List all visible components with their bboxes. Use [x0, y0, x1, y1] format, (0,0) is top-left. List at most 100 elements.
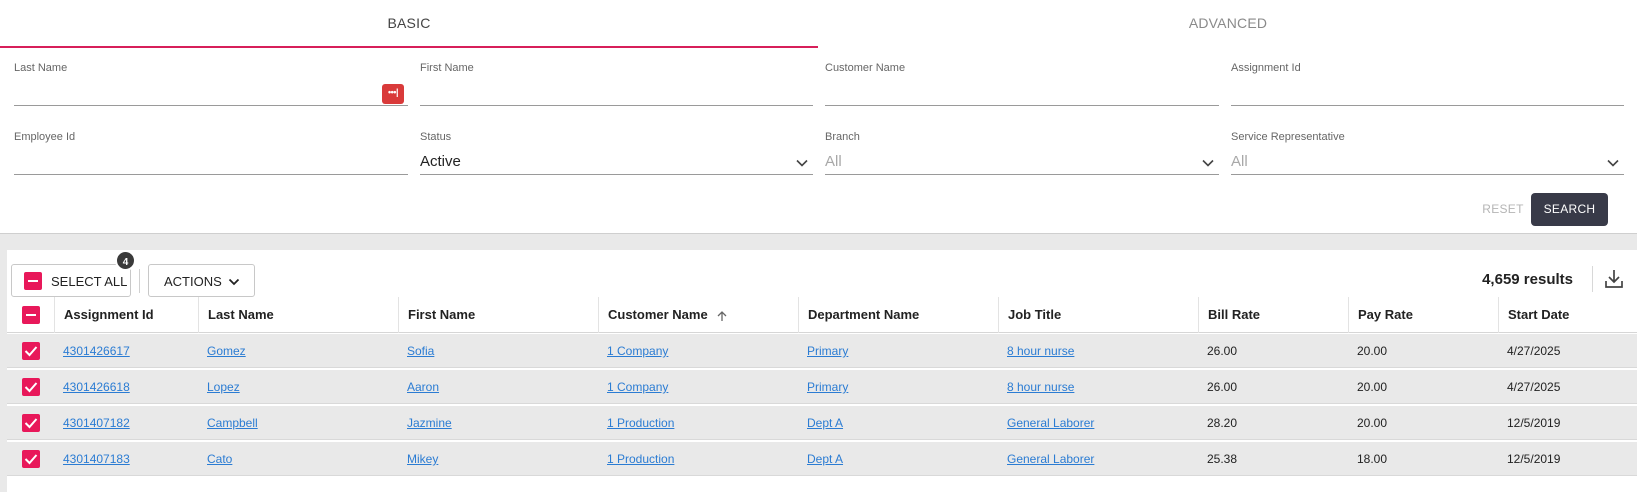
select-all-label: SELECT ALL [51, 274, 128, 289]
assignment-id-label: Assignment Id [1231, 62, 1301, 74]
header-checkbox[interactable] [22, 306, 40, 324]
customer-name-field[interactable]: Customer Name [825, 62, 1219, 106]
cell-first-name[interactable]: Mikey [398, 442, 438, 476]
cell-department-name[interactable]: Dept A [798, 442, 843, 476]
status-label: Status [420, 131, 452, 143]
cell-last-name[interactable]: Cato [198, 442, 232, 476]
indeterminate-checkbox-icon [24, 272, 42, 290]
download-divider [1592, 266, 1593, 292]
checkmark-icon [24, 382, 38, 393]
service-rep-placeholder: All [1231, 153, 1248, 170]
col-start-date[interactable]: Start Date [1498, 297, 1569, 333]
first-name-field[interactable]: First Name [420, 62, 813, 106]
col-assignment-id[interactable]: Assignment Id [54, 297, 154, 333]
table-row[interactable]: 4301426617 Gomez Sofia 1 Company Primary… [7, 334, 1637, 368]
checkmark-icon [24, 418, 38, 429]
assignment-id-field[interactable]: Assignment Id [1231, 62, 1624, 106]
cell-assignment-id[interactable]: 4301426618 [54, 370, 130, 404]
tab-advanced[interactable]: ADVANCED [819, 0, 1637, 48]
cell-pay-rate: 20.00 [1357, 416, 1388, 430]
col-bill-rate[interactable]: Bill Rate [1198, 297, 1260, 333]
cell-last-name[interactable]: Gomez [198, 334, 246, 368]
checkmark-icon [24, 346, 38, 357]
cell-pay-rate: 20.00 [1357, 344, 1388, 358]
cell-job-title[interactable]: General Laborer [998, 406, 1094, 440]
cell-first-name[interactable]: Sofia [398, 334, 434, 368]
selected-count-badge: 4 [115, 250, 136, 271]
branch-placeholder: All [825, 153, 842, 170]
employee-id-field[interactable]: Employee Id [14, 131, 408, 175]
table-row[interactable]: 4301426618 Lopez Aaron 1 Company Primary… [7, 370, 1637, 404]
table-row[interactable]: 4301407182 Campbell Jazmine 1 Production… [7, 406, 1637, 440]
col-job-title[interactable]: Job Title [998, 297, 1061, 333]
cell-first-name[interactable]: Jazmine [398, 406, 452, 440]
chevron-down-icon[interactable] [1606, 156, 1620, 170]
col-customer-name-label: Customer Name [608, 307, 708, 322]
chevron-down-icon [228, 278, 240, 286]
branch-label: Branch [825, 131, 860, 143]
cell-assignment-id[interactable]: 4301407182 [54, 406, 130, 440]
cell-department-name[interactable]: Primary [798, 334, 848, 368]
download-icon[interactable] [1602, 267, 1626, 291]
keypass-icon[interactable]: •••| [382, 84, 404, 104]
reset-button[interactable]: RESET [1468, 194, 1538, 224]
cell-start-date: 4/27/2025 [1507, 344, 1561, 358]
cell-customer-name[interactable]: 1 Production [598, 442, 674, 476]
cell-start-date: 4/27/2025 [1507, 380, 1561, 394]
cell-customer-name[interactable]: 1 Production [598, 406, 674, 440]
cell-bill-rate: 28.20 [1207, 416, 1238, 430]
row-checkbox[interactable] [22, 414, 40, 432]
cell-department-name[interactable]: Primary [798, 370, 848, 404]
col-last-name[interactable]: Last Name [198, 297, 274, 333]
results-panel: SELECT ALL 4 ACTIONS 4,659 results Assig… [7, 250, 1637, 492]
cell-bill-rate: 26.00 [1207, 344, 1238, 358]
service-rep-label: Service Representative [1231, 131, 1345, 143]
arrow-up-icon [717, 310, 727, 321]
status-select[interactable]: Status Active [420, 131, 813, 175]
cell-customer-name[interactable]: 1 Company [598, 334, 668, 368]
cell-department-name[interactable]: Dept A [798, 406, 843, 440]
cell-job-title[interactable]: 8 hour nurse [998, 334, 1074, 368]
customer-name-label: Customer Name [825, 62, 906, 74]
cell-pay-rate: 18.00 [1357, 452, 1388, 466]
status-value: Active [420, 153, 461, 170]
cell-bill-rate: 26.00 [1207, 380, 1238, 394]
cell-last-name[interactable]: Campbell [198, 406, 258, 440]
select-all-button[interactable]: SELECT ALL [11, 264, 131, 297]
cell-start-date: 12/5/2019 [1507, 416, 1561, 430]
employee-id-label: Employee Id [14, 131, 76, 143]
results-count: 4,659 results [1482, 271, 1573, 288]
first-name-label: First Name [420, 62, 474, 74]
last-name-field[interactable]: Last Name •••| [14, 62, 408, 106]
tab-basic[interactable]: BASIC [0, 0, 818, 48]
checkmark-icon [24, 454, 38, 465]
col-first-name[interactable]: First Name [398, 297, 475, 333]
cell-last-name[interactable]: Lopez [198, 370, 240, 404]
search-button[interactable]: SEARCH [1531, 193, 1608, 226]
search-panel: BASIC ADVANCED Last Name •••| First Name… [0, 0, 1637, 234]
cell-start-date: 12/5/2019 [1507, 452, 1561, 466]
table-header: Assignment Id Last Name First Name Custo… [7, 297, 1637, 333]
cell-first-name[interactable]: Aaron [398, 370, 439, 404]
branch-select[interactable]: Branch All [825, 131, 1219, 175]
table-row[interactable]: 4301407183 Cato Mikey 1 Production Dept … [7, 442, 1637, 476]
last-name-label: Last Name [14, 62, 68, 74]
service-rep-select[interactable]: Service Representative All [1231, 131, 1624, 175]
cell-bill-rate: 25.38 [1207, 452, 1238, 466]
col-pay-rate[interactable]: Pay Rate [1348, 297, 1413, 333]
chevron-down-icon[interactable] [1201, 156, 1215, 170]
toolbar-divider [139, 269, 140, 293]
col-department-name[interactable]: Department Name [798, 297, 919, 333]
row-checkbox[interactable] [22, 342, 40, 360]
row-checkbox[interactable] [22, 450, 40, 468]
row-checkbox[interactable] [22, 378, 40, 396]
cell-job-title[interactable]: General Laborer [998, 442, 1094, 476]
cell-assignment-id[interactable]: 4301426617 [54, 334, 130, 368]
chevron-down-icon[interactable] [795, 156, 809, 170]
col-customer-name[interactable]: Customer Name [598, 297, 728, 333]
search-tabs: BASIC ADVANCED [0, 0, 1637, 48]
actions-button[interactable]: ACTIONS [148, 264, 255, 297]
cell-assignment-id[interactable]: 4301407183 [54, 442, 130, 476]
cell-customer-name[interactable]: 1 Company [598, 370, 668, 404]
cell-job-title[interactable]: 8 hour nurse [998, 370, 1074, 404]
